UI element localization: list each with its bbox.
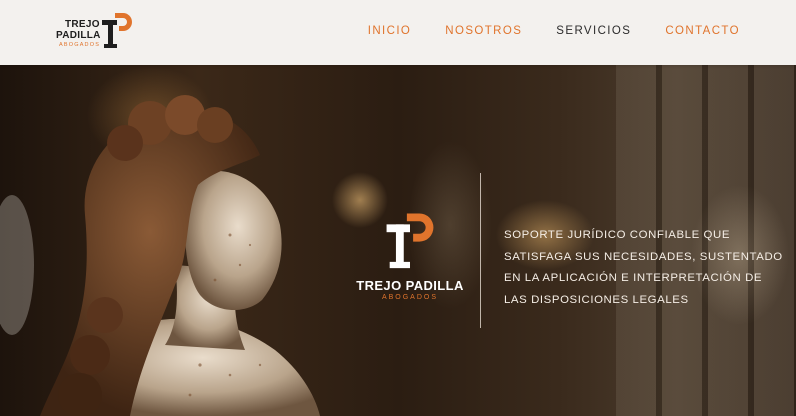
main-nav: INICIO NOSOTROS SERVICIOS CONTACTO: [368, 25, 740, 37]
hero-section: TREJO PADILLA ABOGADOS SOPORTE JURÍDICO …: [0, 65, 796, 416]
site-header: TREJO PADILLA ABOGADOS INICIO NOSOTROS S…: [0, 0, 796, 65]
hero-brand-subtitle: ABOGADOS: [381, 294, 439, 301]
tagline-line: SATISFAGA SUS NECESIDADES, SUSTENTADO: [504, 250, 783, 263]
brand-name-line2: PADILLA: [56, 30, 101, 41]
nav-contacto[interactable]: CONTACTO: [665, 25, 740, 37]
nav-inicio[interactable]: INICIO: [368, 25, 412, 37]
brand-subtitle: ABOGADOS: [59, 42, 101, 48]
hero-logo: TREJO PADILLA ABOGADOS: [356, 207, 464, 307]
tagline-line: LAS DISPOSICIONES LEGALES: [504, 293, 689, 306]
vertical-divider: [480, 173, 481, 328]
brand-logo[interactable]: TREJO PADILLA ABOGADOS: [56, 10, 136, 52]
nav-servicios[interactable]: SERVICIOS: [556, 25, 631, 37]
hero-brand-name: TREJO PADILLA: [356, 278, 464, 293]
tp-monogram-icon: [102, 13, 132, 48]
brand-name-line1: TREJO: [65, 19, 100, 30]
nav-nosotros[interactable]: NOSOTROS: [445, 25, 522, 37]
tagline-line: SOPORTE JURÍDICO CONFIABLE QUE: [504, 229, 731, 241]
statue-bust-image: [0, 95, 320, 416]
tp-monogram-icon: [386, 213, 434, 269]
hero-tagline: SOPORTE JURÍDICO CONFIABLE QUE SATISFAGA…: [504, 225, 783, 311]
tagline-line: EN LA APLICACIÓN E INTERPRETACIÓN DE: [504, 272, 763, 284]
